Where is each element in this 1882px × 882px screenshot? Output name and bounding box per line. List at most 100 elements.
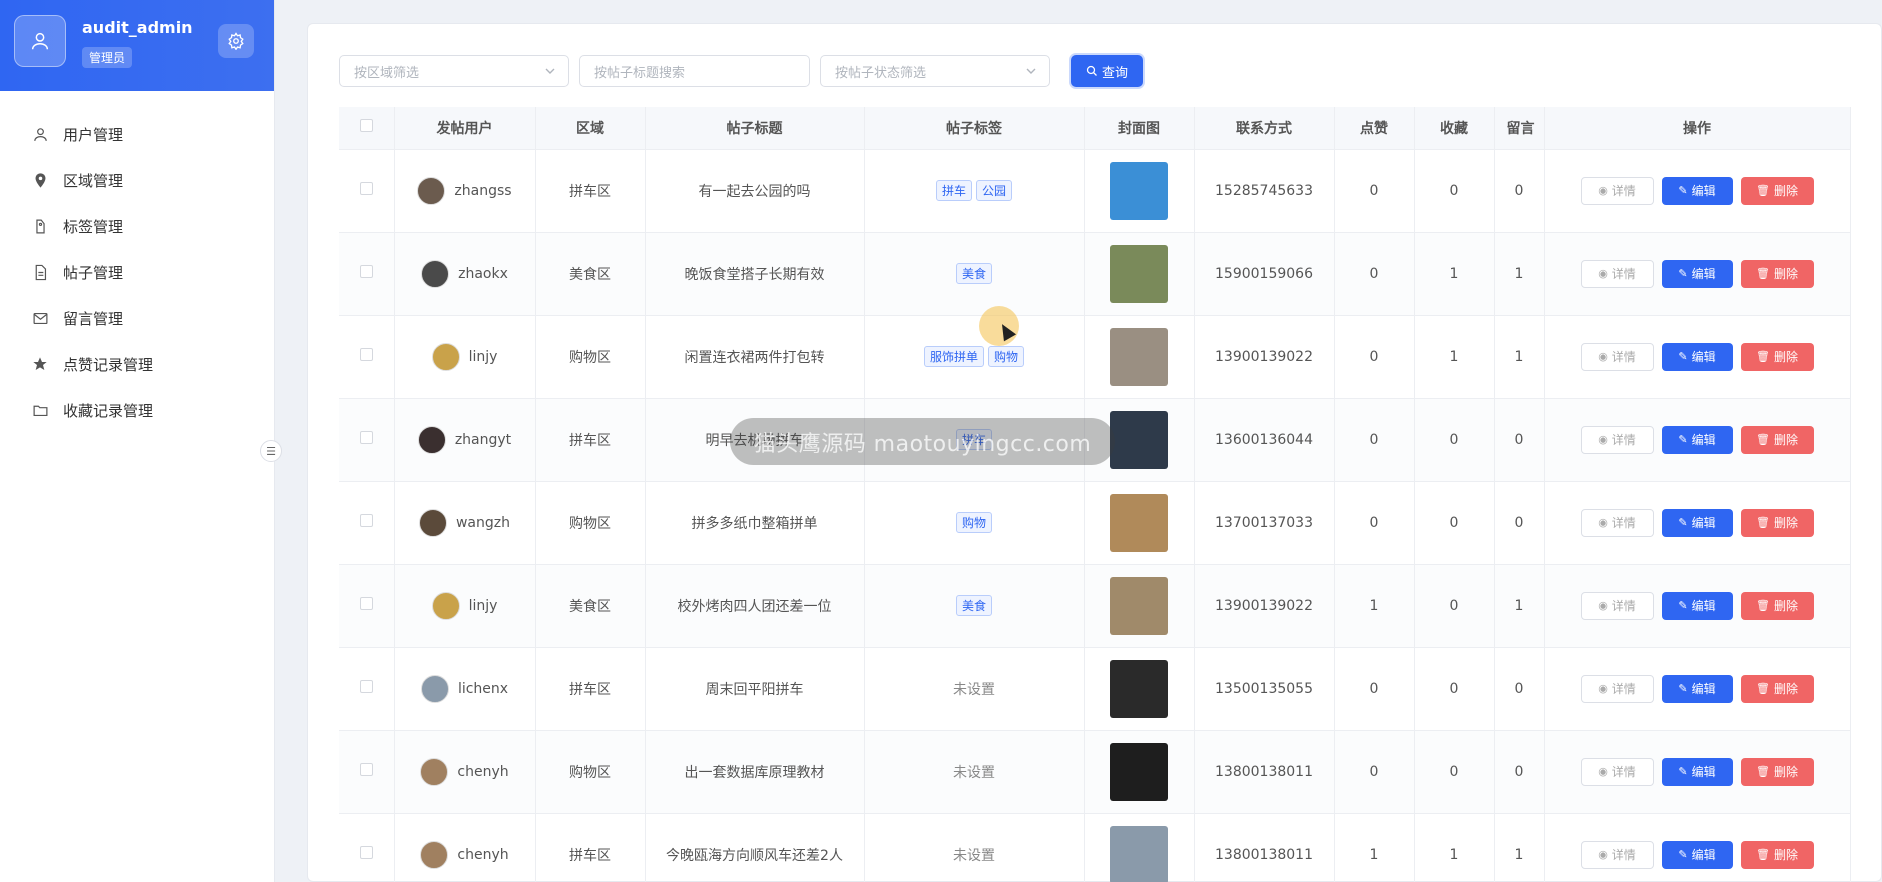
detail-button[interactable]: ◉ 详情	[1580, 840, 1654, 869]
cover-image[interactable]	[1110, 825, 1168, 882]
sidebar-item-regions[interactable]: 区域管理	[0, 157, 274, 203]
sidebar-item-label: 留言管理	[63, 309, 124, 328]
delete-button[interactable]: 🗑 删除	[1740, 342, 1814, 371]
trash-icon: 🗑	[1756, 350, 1770, 363]
cover-cell	[1084, 315, 1195, 399]
select-all-checkbox[interactable]	[359, 119, 373, 133]
avatar	[431, 591, 460, 620]
user-avatar[interactable]	[14, 15, 66, 67]
likes-cell: 1	[1334, 813, 1415, 882]
detail-button[interactable]: ◉ 详情	[1580, 176, 1654, 205]
sidebar-item-likes[interactable]: 点赞记录管理	[0, 341, 274, 387]
row-checkbox[interactable]	[359, 348, 373, 361]
sidebar-item-tags[interactable]: 标签管理	[0, 203, 274, 249]
author-name: linjy	[468, 348, 498, 365]
favorites-cell: 0	[1414, 398, 1495, 482]
edit-button[interactable]: ✎ 编辑	[1661, 342, 1733, 371]
detail-button[interactable]: ◉ 详情	[1580, 591, 1654, 620]
sidebar-collapse-button[interactable]: ☰	[260, 440, 282, 462]
actions-cell: ◉ 详情 ✎ 编辑 🗑 删除	[1543, 398, 1851, 482]
sidebar-item-label: 标签管理	[63, 217, 124, 236]
title-cell: 晚饭食堂搭子长期有效	[645, 232, 865, 316]
detail-button[interactable]: ◉ 详情	[1580, 342, 1654, 371]
cover-image[interactable]	[1110, 327, 1168, 386]
row-select-cell	[339, 564, 395, 648]
tags-cell: 美食	[864, 564, 1085, 648]
delete-button[interactable]: 🗑 删除	[1740, 259, 1814, 288]
edit-button[interactable]: ✎ 编辑	[1661, 840, 1733, 869]
chevron-down-icon	[545, 68, 555, 74]
row-checkbox[interactable]	[359, 182, 373, 195]
region-cell: 购物区	[535, 730, 646, 814]
edit-button[interactable]: ✎ 编辑	[1661, 674, 1733, 703]
row-checkbox[interactable]	[359, 846, 373, 859]
edit-button[interactable]: ✎ 编辑	[1661, 591, 1733, 620]
cover-image[interactable]	[1110, 576, 1168, 635]
row-checkbox[interactable]	[359, 680, 373, 693]
column-header: 点赞	[1334, 107, 1415, 150]
delete-button[interactable]: 🗑 删除	[1740, 757, 1814, 786]
table-row: wangzh 购物区 拼多多纸巾整箱拼单 购物 13700137033 0 0 0 ◉ 详情 ✎ 编辑…	[339, 481, 1851, 565]
delete-button[interactable]: 🗑 删除	[1740, 674, 1814, 703]
delete-button[interactable]: 🗑 删除	[1740, 840, 1814, 869]
title-search-input[interactable]: 按帖子标题搜索	[579, 55, 810, 87]
comments-cell: 1	[1494, 232, 1545, 316]
row-checkbox[interactable]	[359, 265, 373, 278]
author-name: linjy	[468, 597, 498, 614]
favorites-cell: 1	[1414, 315, 1495, 399]
avatar	[418, 508, 447, 537]
actions-cell: ◉ 详情 ✎ 编辑 🗑 删除	[1543, 813, 1851, 882]
post-tag: 公园	[976, 180, 1013, 201]
detail-button[interactable]: ◉ 详情	[1580, 425, 1654, 454]
delete-button[interactable]: 🗑 删除	[1740, 176, 1814, 205]
phone-cell: 15900159066	[1194, 232, 1335, 316]
query-button[interactable]: 查询	[1071, 55, 1143, 87]
tag-icon	[30, 216, 50, 236]
likes-cell: 0	[1334, 149, 1415, 233]
region-filter-placeholder: 按区域筛选	[354, 65, 420, 81]
settings-button[interactable]	[218, 24, 254, 58]
author-name: zhaokx	[458, 265, 508, 282]
author-name: wangzh	[455, 514, 510, 531]
cover-image[interactable]	[1110, 410, 1168, 469]
cover-image[interactable]	[1110, 742, 1168, 801]
sidebar-item-users[interactable]: 用户管理	[0, 111, 274, 157]
row-checkbox[interactable]	[359, 597, 373, 610]
detail-button[interactable]: ◉ 详情	[1580, 508, 1654, 537]
row-checkbox[interactable]	[359, 431, 373, 444]
phone-cell: 15285745633	[1194, 149, 1335, 233]
post-tag: 美食	[955, 595, 992, 616]
author-name: lichenx	[457, 680, 509, 697]
detail-button[interactable]: ◉ 详情	[1580, 259, 1654, 288]
author-cell: zhangss	[394, 149, 536, 233]
row-checkbox[interactable]	[359, 763, 373, 776]
gear-icon	[228, 32, 244, 50]
cover-image[interactable]	[1110, 161, 1168, 220]
cover-image[interactable]	[1110, 659, 1168, 718]
delete-label: 删除	[1773, 848, 1798, 862]
delete-button[interactable]: 🗑 删除	[1740, 508, 1814, 537]
detail-button[interactable]: ◉ 详情	[1580, 674, 1654, 703]
edit-button[interactable]: ✎ 编辑	[1661, 259, 1733, 288]
row-checkbox[interactable]	[359, 514, 373, 527]
region-filter-select[interactable]: 按区域筛选	[339, 55, 569, 87]
delete-button[interactable]: 🗑 删除	[1740, 425, 1814, 454]
cover-image[interactable]	[1110, 493, 1168, 552]
post-tag: 购物	[988, 346, 1025, 367]
sidebar-item-favorites[interactable]: 收藏记录管理	[0, 387, 274, 433]
row-select-cell	[339, 232, 395, 316]
post-tag: 服饰拼单	[923, 346, 984, 367]
edit-button[interactable]: ✎ 编辑	[1661, 176, 1733, 205]
edit-button[interactable]: ✎ 编辑	[1661, 757, 1733, 786]
sidebar-item-messages[interactable]: 留言管理	[0, 295, 274, 341]
sidebar-item-posts[interactable]: 帖子管理	[0, 249, 274, 295]
cover-cell	[1084, 647, 1195, 731]
cover-image[interactable]	[1110, 244, 1168, 303]
status-filter-select[interactable]: 按帖子状态筛选	[820, 55, 1050, 87]
title-cell: 校外烤肉四人团还差一位	[645, 564, 865, 648]
edit-button[interactable]: ✎ 编辑	[1661, 425, 1733, 454]
detail-button[interactable]: ◉ 详情	[1580, 757, 1654, 786]
edit-button[interactable]: ✎ 编辑	[1661, 508, 1733, 537]
delete-button[interactable]: 🗑 删除	[1740, 591, 1814, 620]
actions-cell: ◉ 详情 ✎ 编辑 🗑 删除	[1543, 564, 1851, 648]
